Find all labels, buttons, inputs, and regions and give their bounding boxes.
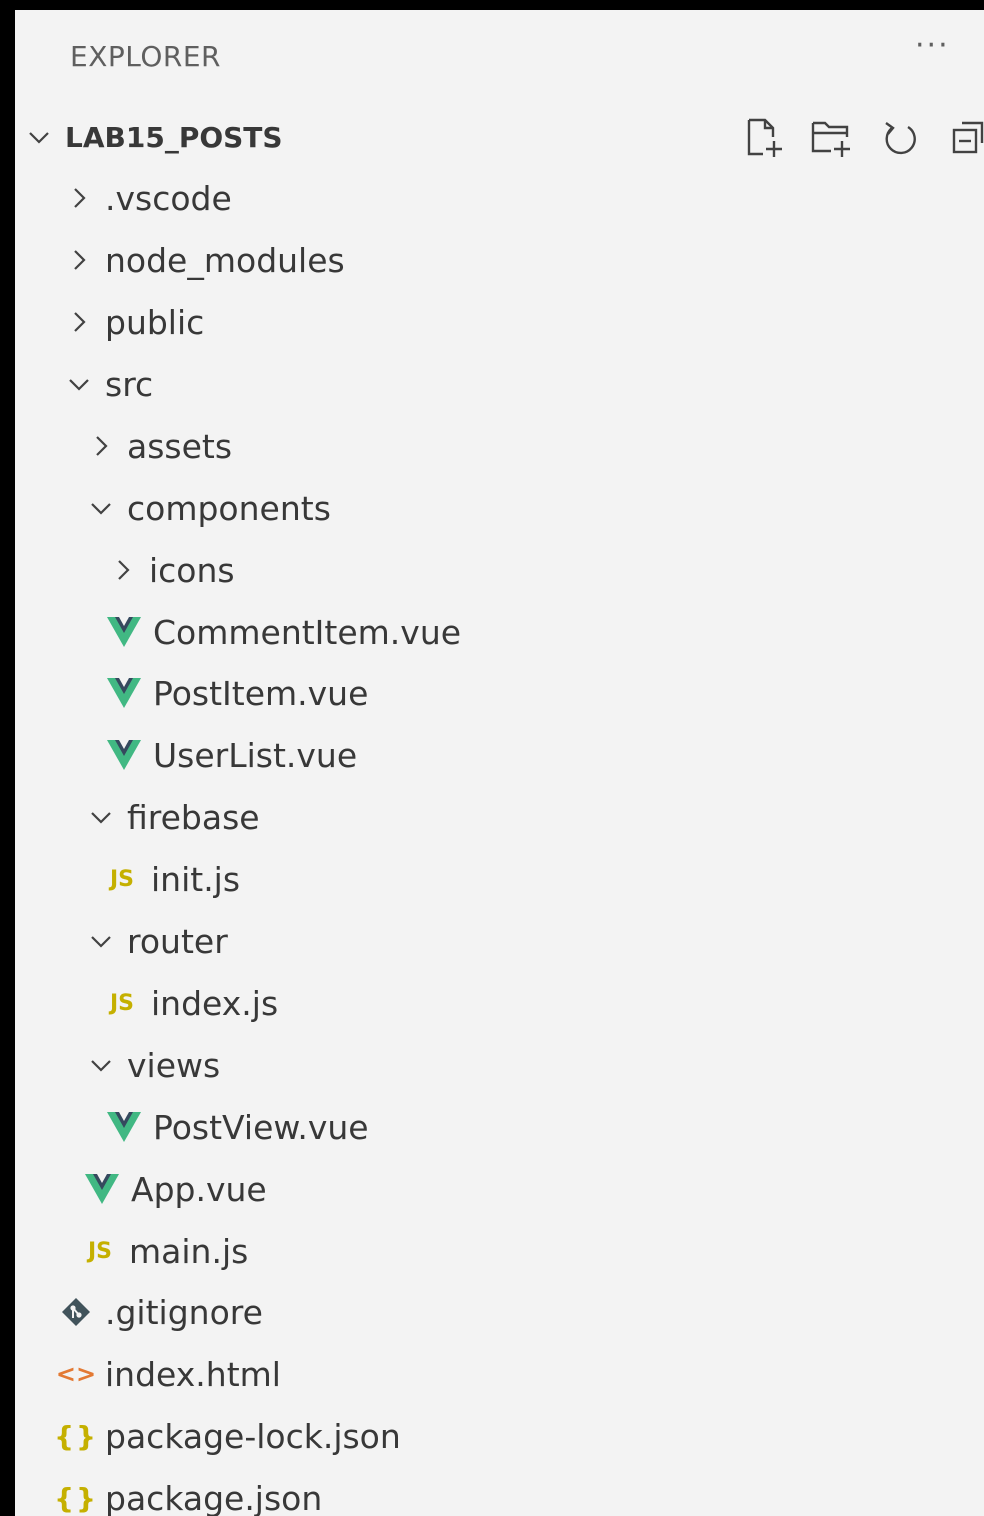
tree-item-init-js[interactable]: JS init.js (15, 848, 984, 910)
tree-item-router[interactable]: router (15, 910, 984, 972)
chevron-right-icon (67, 310, 91, 334)
tree-item-node-modules[interactable]: node_modules (15, 229, 984, 291)
chevron-down-icon (89, 929, 113, 953)
vue-file-icon (85, 1172, 119, 1206)
chevron-down-icon (89, 805, 113, 829)
tree-item-assets[interactable]: assets (15, 415, 984, 477)
tree-item-index-js[interactable]: JS index.js (15, 972, 984, 1034)
tree-item-label: firebase (127, 797, 260, 837)
chevron-right-icon (67, 248, 91, 272)
tree-item-src[interactable]: src (15, 353, 984, 415)
tree-item-label: index.html (105, 1354, 281, 1394)
tree-item-label: PostView.vue (153, 1107, 369, 1147)
chevron-down-icon (89, 1053, 113, 1077)
tree-item-userlist-vue[interactable]: UserList.vue (15, 724, 984, 786)
tree-item-label: public (105, 302, 205, 342)
chevron-right-icon (89, 434, 113, 458)
tree-item-package-json[interactable]: {} package.json (15, 1467, 984, 1516)
tree-item-icons[interactable]: icons (15, 539, 984, 601)
tree-item-label: CommentItem.vue (153, 612, 462, 652)
new-folder-icon[interactable] (808, 114, 856, 162)
json-file-icon: {} (54, 1419, 98, 1453)
tree-item-public[interactable]: public (15, 291, 984, 353)
tree-item-label: init.js (151, 859, 241, 899)
tree-item-label: App.vue (131, 1169, 267, 1209)
tree-item-postview-vue[interactable]: PostView.vue (15, 1096, 984, 1158)
collapse-all-icon[interactable] (944, 114, 984, 162)
explorer-actions (740, 114, 984, 162)
refresh-icon[interactable] (876, 114, 924, 162)
tree-item-label: PostItem.vue (153, 673, 369, 713)
tree-item-label: UserList.vue (153, 735, 358, 775)
vue-file-icon (107, 676, 141, 710)
tree-item-label: package-lock.json (105, 1416, 401, 1456)
tree-item-gitignore[interactable]: .gitignore (15, 1281, 984, 1343)
tree-item-postitem-vue[interactable]: PostItem.vue (15, 662, 984, 724)
tree-item-label: src (105, 364, 154, 404)
tree-item-views[interactable]: views (15, 1034, 984, 1096)
tree-item-main-js[interactable]: JS main.js (15, 1220, 984, 1282)
tree-item-label: icons (149, 550, 235, 590)
new-file-icon[interactable] (740, 114, 788, 162)
js-file-icon: JS (109, 990, 135, 1016)
tree-item-firebase[interactable]: firebase (15, 786, 984, 848)
tree-item-index-html[interactable]: <> index.html (15, 1343, 984, 1405)
tree-item-commentitem-vue[interactable]: CommentItem.vue (15, 601, 984, 663)
tree-item-label: views (127, 1045, 221, 1085)
tree-item-label: router (127, 921, 228, 961)
chevron-right-icon (111, 558, 135, 582)
chevron-right-icon (67, 186, 91, 210)
vue-file-icon (107, 1110, 141, 1144)
tree-item-package-lock-json[interactable]: {} package-lock.json (15, 1405, 984, 1467)
html-file-icon: <> (55, 1360, 97, 1388)
tree-item-app-vue[interactable]: App.vue (15, 1158, 984, 1220)
chevron-down-icon (89, 496, 113, 520)
tree-item-label: components (127, 488, 331, 528)
js-file-icon: JS (109, 866, 135, 892)
chevron-down-icon (27, 125, 51, 149)
tree-item-vscode[interactable]: .vscode (15, 167, 984, 229)
tree-item-components[interactable]: components (15, 477, 984, 539)
tree-item-label: node_modules (105, 240, 345, 280)
tree-item-label: main.js (129, 1231, 249, 1271)
vue-file-icon (107, 738, 141, 772)
more-actions-button[interactable]: ··· (915, 31, 965, 66)
js-file-icon: JS (87, 1238, 113, 1264)
explorer-panel: EXPLORER ··· LAB15_POSTS .vscode node_mo… (15, 10, 984, 1516)
tree-item-label: .vscode (105, 178, 232, 218)
tree-item-label: index.js (151, 983, 279, 1023)
tree-item-label: assets (127, 426, 233, 466)
chevron-down-icon (67, 372, 91, 396)
explorer-title: EXPLORER (70, 40, 221, 73)
tree-item-label: .gitignore (105, 1292, 263, 1332)
vue-file-icon (107, 615, 141, 649)
tree-item-label: package.json (105, 1478, 323, 1516)
root-folder-label: LAB15_POSTS (65, 120, 283, 154)
git-file-icon (59, 1295, 93, 1329)
json-file-icon: {} (54, 1481, 98, 1515)
